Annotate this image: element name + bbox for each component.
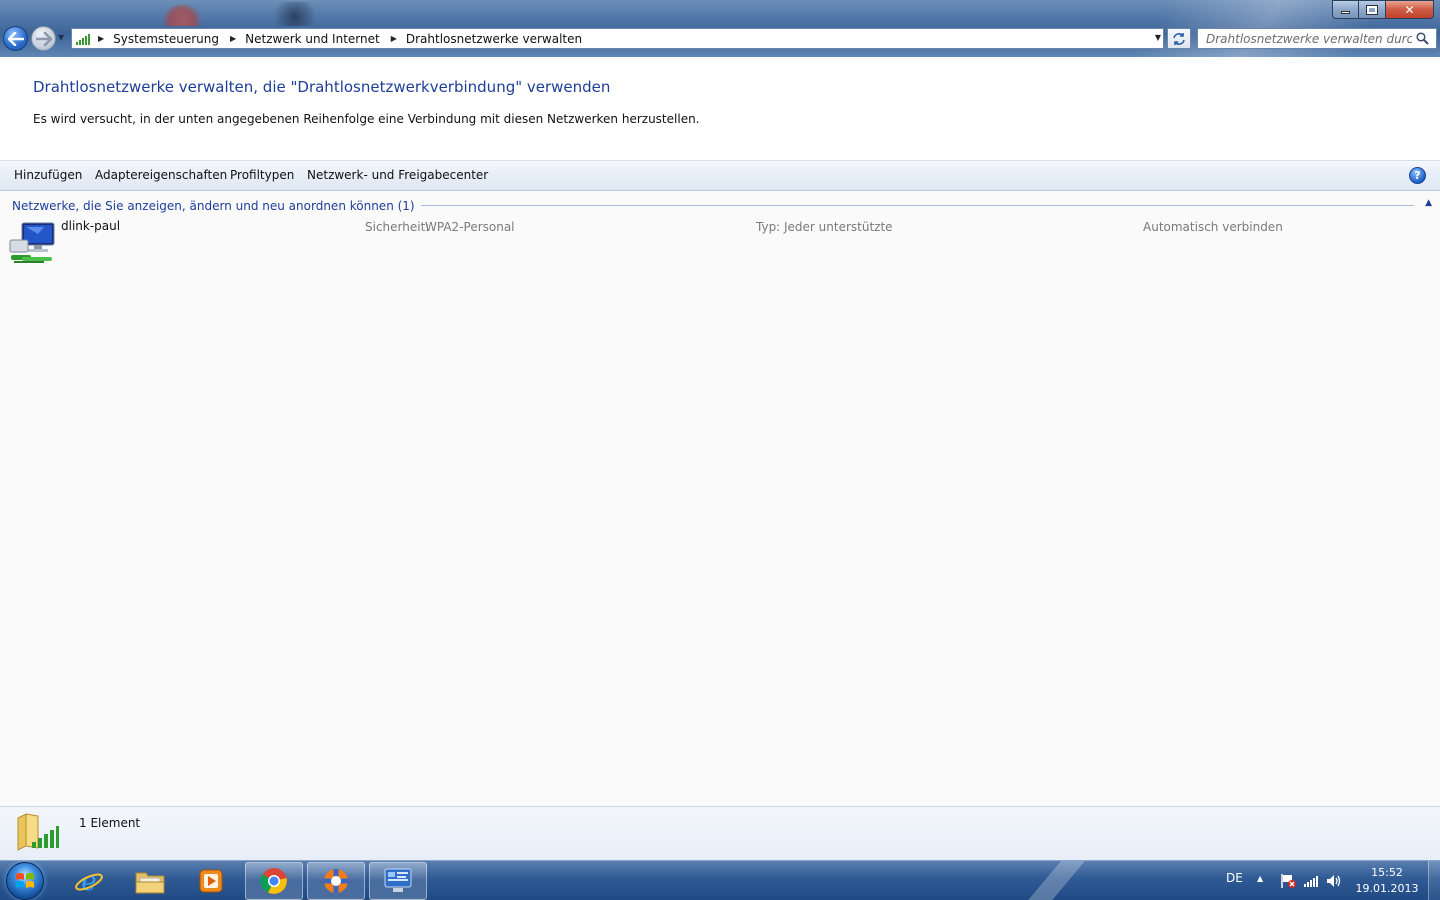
language-indicator[interactable]: DE [1226,871,1243,885]
breadcrumb-drahtlosnetzwerke[interactable]: Drahtlosnetzwerke verwalten [406,32,582,46]
taskbar-explorer[interactable] [121,862,179,900]
security-label: Sicherheit: [365,220,430,234]
page-header: Drahtlosnetzwerke verwalten, die "Drahtl… [0,57,1440,160]
close-button[interactable]: ✕ [1386,0,1434,19]
address-bar[interactable]: ▶ Systemsteuerung ▶ Netzwerk und Interne… [71,28,1164,49]
taskbar: e DE ▲ 15:52 19.01.2013 [0,860,1440,900]
show-desktop-button[interactable] [1428,861,1440,900]
taskbar-app-orange[interactable] [307,862,365,900]
network-name: dlink-paul [61,219,121,233]
collapse-chevron-icon[interactable]: ▲ [1425,198,1432,208]
window-controls: ✕ [1332,0,1434,19]
item-count: 1 Element [79,816,141,830]
page-title: Drahtlosnetzwerke verwalten, die "Drahtl… [33,78,611,96]
network-computer-icon [9,222,55,263]
internet-explorer-icon: e [75,867,103,896]
clock-time: 15:52 [1371,866,1403,879]
taskbar-media-player[interactable] [182,862,240,900]
refresh-icon [1173,32,1185,45]
breadcrumb-netzwerk-und-internet[interactable]: Netzwerk und Internet [245,32,380,46]
taskbar-control-panel[interactable] [369,862,427,900]
page-subtitle: Es wird versucht, in der unten angegeben… [33,112,700,126]
taskbar-chrome[interactable] [245,862,303,900]
search-input[interactable] [1198,29,1412,48]
background-decoration [268,2,322,26]
app-star-icon [324,869,348,893]
search-icon[interactable] [1412,29,1432,48]
minimize-button[interactable] [1332,0,1359,19]
arrow-right-icon [35,31,52,46]
wireless-folder-icon [17,813,59,851]
help-icon: ? [1414,169,1421,182]
type-value: Jeder unterstützte [784,220,893,234]
restore-icon [1366,4,1378,15]
profile-types-button[interactable]: Profiltypen [230,168,294,182]
minimize-icon [1341,11,1350,14]
taskbar-internet-explorer[interactable]: e [60,862,118,900]
network-list: Netzwerke, die Sie anzeigen, ändern und … [0,191,1440,806]
recent-pages-dropdown[interactable]: ▼ [58,33,68,43]
adapter-properties-button[interactable]: Adaptereigenschaften [95,168,227,182]
chrome-icon [260,868,287,894]
action-center-flag-icon[interactable] [1279,873,1297,889]
details-pane: 1 Element [0,806,1440,860]
breadcrumb-separator-icon[interactable]: ▶ [98,34,104,43]
refresh-button[interactable] [1167,28,1191,49]
volume-icon[interactable] [1325,873,1343,889]
show-hidden-icons-button[interactable]: ▲ [1257,874,1263,883]
wireless-signal-icon [72,29,94,48]
forward-button[interactable] [31,26,56,51]
window-titlebar: ✕ ▼ ▶ Systemsteuerung ▶ Netzwerk und Int… [0,0,1440,57]
control-panel-icon [384,868,412,892]
help-button[interactable]: ? [1409,167,1426,184]
background-decoration [160,4,204,26]
system-clock[interactable]: 15:52 19.01.2013 [1352,865,1422,897]
address-dropdown-icon[interactable]: ▼ [1155,33,1161,42]
breadcrumb-separator-icon[interactable]: ▶ [230,34,236,43]
windows-logo-icon [16,873,34,888]
close-icon: ✕ [1404,2,1415,17]
arrow-left-icon [7,31,24,46]
media-player-icon [199,869,223,893]
command-bar: Hinzufügen Adaptereigenschaften Profilty… [0,160,1440,191]
group-header[interactable]: Netzwerke, die Sie anzeigen, ändern und … [12,199,421,213]
add-button[interactable]: Hinzufügen [14,168,82,182]
restore-button[interactable] [1359,0,1386,19]
aero-highlight [1002,861,1102,900]
breadcrumb-systemsteuerung[interactable]: Systemsteuerung [113,32,219,46]
breadcrumb-separator-icon[interactable]: ▶ [391,34,397,43]
search-box[interactable] [1197,28,1437,49]
clock-date: 19.01.2013 [1355,882,1419,895]
connection-mode: Automatisch verbinden [1143,220,1283,234]
start-button[interactable] [6,862,44,900]
wireless-signal-icon[interactable] [1302,873,1320,889]
network-sharing-center-button[interactable]: Netzwerk- und Freigabecenter [307,168,488,182]
folder-icon [135,872,165,894]
network-item[interactable]: dlink-paul Sicherheit: WPA2-Personal Typ… [0,218,1440,268]
security-value: WPA2-Personal [425,220,515,234]
back-button[interactable] [3,26,28,51]
svg-text:e: e [81,867,96,896]
type-label: Typ: [756,220,781,234]
